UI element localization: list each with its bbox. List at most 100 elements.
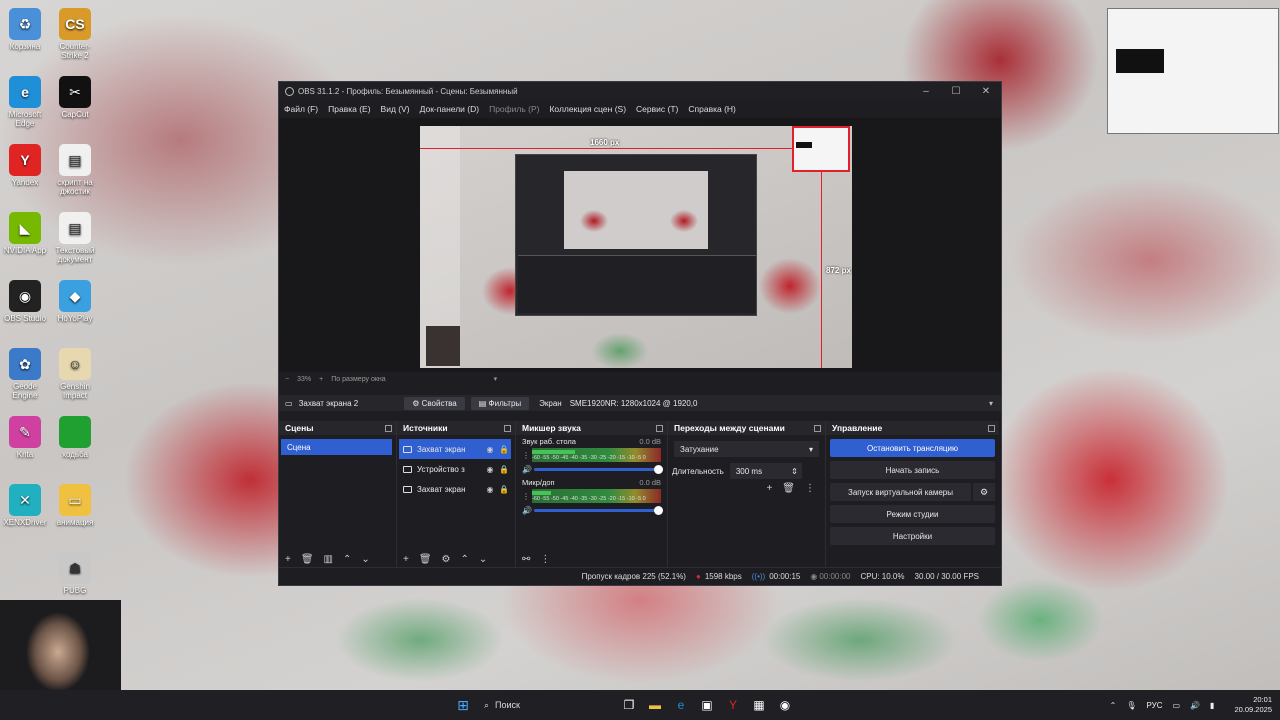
desktop-icon[interactable]: ходьба xyxy=(51,416,99,459)
desktop-icon[interactable]: ◆ HoYoPlay xyxy=(51,280,99,323)
desktop-icon[interactable]: ▤ скрипт на джостик xyxy=(51,144,99,196)
menu-item[interactable]: Профиль (P) xyxy=(489,104,539,114)
source-item[interactable]: Устройство з ◉ 🔒 xyxy=(399,459,511,479)
desktop-icon[interactable]: ☗ PUBG xyxy=(51,552,99,595)
trash-icon[interactable]: 🗑 xyxy=(782,483,795,494)
desktop-icon[interactable]: ✂ CapCut xyxy=(51,76,99,119)
lock-icon[interactable]: 🔒 xyxy=(497,445,511,454)
volume-icon[interactable]: 🔊 xyxy=(1190,701,1200,710)
desktop-icon[interactable]: CS Counter-Strike 2 xyxy=(51,8,99,60)
clock[interactable]: 20:01 20.09.2025 xyxy=(1224,695,1272,715)
edge-icon[interactable]: e xyxy=(668,694,694,716)
task-view-icon[interactable]: ❐ xyxy=(616,694,642,716)
desktop-icon[interactable]: Y Yandex xyxy=(1,144,49,187)
undock-icon[interactable] xyxy=(988,424,995,432)
more-icon[interactable]: ⋮ xyxy=(805,483,815,494)
undock-icon[interactable] xyxy=(385,424,392,432)
arrow-down-icon[interactable]: ⌄ xyxy=(479,554,487,565)
source-item[interactable]: Захват экран ◉ 🔒 xyxy=(399,439,511,459)
more-icon[interactable]: ⋮ xyxy=(522,492,530,501)
maximize-icon[interactable]: ☐ xyxy=(941,86,971,97)
battery-icon[interactable]: ▮ xyxy=(1210,701,1214,710)
undock-icon[interactable] xyxy=(656,424,663,432)
selected-source-box[interactable] xyxy=(792,126,850,172)
start-record-button[interactable]: Начать запись xyxy=(830,461,995,479)
properties-button[interactable]: ⚙ Свойства xyxy=(404,396,465,410)
scene-item[interactable]: Сцена xyxy=(281,439,392,455)
lock-icon[interactable]: 🔒 xyxy=(497,485,511,494)
fader-knob[interactable] xyxy=(654,506,663,515)
preview-canvas[interactable]: 1660 px 872 px xyxy=(420,126,852,368)
obs-taskbar-icon[interactable]: ◉ xyxy=(772,694,798,716)
link-icon[interactable]: ⚯ xyxy=(522,554,530,565)
eye-icon[interactable]: ◉ xyxy=(483,445,497,454)
close-icon[interactable]: ✕ xyxy=(971,86,1001,97)
microphone-icon[interactable]: 🎙 xyxy=(1126,701,1136,710)
fader-track[interactable] xyxy=(534,506,663,515)
trash-icon[interactable]: 🗑 xyxy=(419,554,432,565)
file-explorer-icon[interactable]: ▬ xyxy=(642,694,668,716)
desktop-icon[interactable]: e Microsoft Edge xyxy=(1,76,49,128)
fader-track[interactable] xyxy=(534,465,663,474)
store-icon[interactable]: ▣ xyxy=(694,694,720,716)
gear-icon[interactable]: ⚙ xyxy=(442,554,451,565)
yandex-icon[interactable]: Y xyxy=(720,694,746,716)
speaker-icon[interactable]: 🔊 xyxy=(522,506,534,515)
menu-item[interactable]: Вид (V) xyxy=(381,104,410,114)
desktop-icon[interactable]: ♻ Корзина xyxy=(1,8,49,51)
transition-select[interactable]: Затухание ▾ xyxy=(674,441,819,457)
eye-icon[interactable]: ◉ xyxy=(483,465,497,474)
menu-item[interactable]: Файл (F) xyxy=(284,104,318,114)
desktop-icon[interactable]: ✎ Krita xyxy=(1,416,49,459)
chevron-down-icon[interactable]: ▾ xyxy=(989,399,993,408)
minimize-icon[interactable]: – xyxy=(911,86,941,97)
virtual-cam-button[interactable]: Запуск виртуальной камеры xyxy=(830,483,971,501)
add-icon[interactable]: + xyxy=(403,554,409,565)
menu-item[interactable]: Справка (H) xyxy=(688,104,736,114)
menu-item[interactable]: Правка (E) xyxy=(328,104,370,114)
undock-icon[interactable] xyxy=(504,424,511,432)
duration-input[interactable]: 300 ms ⇕ xyxy=(729,463,802,479)
desktop-icon[interactable]: ✕ XENXDriver xyxy=(1,484,49,527)
studio-mode-button[interactable]: Режим студии xyxy=(830,505,995,523)
arrow-up-icon[interactable]: ⌃ xyxy=(461,554,469,565)
volume-fader[interactable]: 🔊 xyxy=(522,465,663,474)
lock-icon[interactable]: 🔒 xyxy=(497,465,511,474)
desktop-icon[interactable]: ▭ анимация xyxy=(51,484,99,527)
filters-button[interactable]: ▤ Фильтры xyxy=(470,396,530,410)
language-indicator[interactable]: РУС xyxy=(1146,701,1162,710)
display-select[interactable]: SME1920NR: 1280x1024 @ 1920,0 xyxy=(570,399,698,408)
zoom-in-button[interactable]: + xyxy=(319,376,323,383)
app-icon[interactable]: ▦ xyxy=(746,694,772,716)
settings-button[interactable]: Настройки xyxy=(830,527,995,545)
menu-item[interactable]: Коллекция сцен (S) xyxy=(549,104,626,114)
desktop-icon[interactable]: ◉ OBS Studio xyxy=(1,280,49,323)
menu-item[interactable]: Док-панели (D) xyxy=(420,104,479,114)
source-item[interactable]: Захват экран ◉ 🔒 xyxy=(399,479,511,499)
filter-icon[interactable]: ▥ xyxy=(324,554,333,565)
more-icon[interactable]: ⋮ xyxy=(522,451,530,460)
speaker-icon[interactable]: 🔊 xyxy=(522,465,534,474)
arrow-down-icon[interactable]: ⌄ xyxy=(361,554,369,565)
title-bar[interactable]: OBS 31.1.2 - Профиль: Безымянный - Сцены… xyxy=(279,82,1001,100)
desktop-icon[interactable]: ☺ Genshin Impact xyxy=(51,348,99,400)
chevron-up-icon[interactable]: ⌃ xyxy=(1110,701,1117,710)
eye-icon[interactable]: ◉ xyxy=(483,485,497,494)
chevron-down-icon[interactable]: ▾ xyxy=(494,375,498,383)
add-icon[interactable]: + xyxy=(285,554,291,565)
taskbar-search[interactable]: ⌕ Поиск xyxy=(476,694,616,716)
desktop-icon[interactable]: ◣ NVIDIA App xyxy=(1,212,49,255)
stepper-icon[interactable]: ⇕ xyxy=(791,467,798,476)
menu-item[interactable]: Сервис (T) xyxy=(636,104,678,114)
desktop-icon[interactable]: ✿ Geode Engine xyxy=(1,348,49,400)
fader-knob[interactable] xyxy=(654,465,663,474)
preview-area[interactable]: 1660 px 872 px xyxy=(279,118,1001,372)
zoom-fit-select[interactable]: По размеру окна xyxy=(331,376,385,383)
trash-icon[interactable]: 🗑 xyxy=(301,554,314,565)
desktop-icon[interactable]: ▤ Текстовый документ xyxy=(51,212,99,264)
gear-icon[interactable]: ⚙ xyxy=(973,483,995,501)
more-icon[interactable]: ⋮ xyxy=(540,554,550,565)
undock-icon[interactable] xyxy=(814,424,821,432)
add-icon[interactable]: + xyxy=(766,483,772,494)
zoom-out-button[interactable]: − xyxy=(285,376,289,383)
